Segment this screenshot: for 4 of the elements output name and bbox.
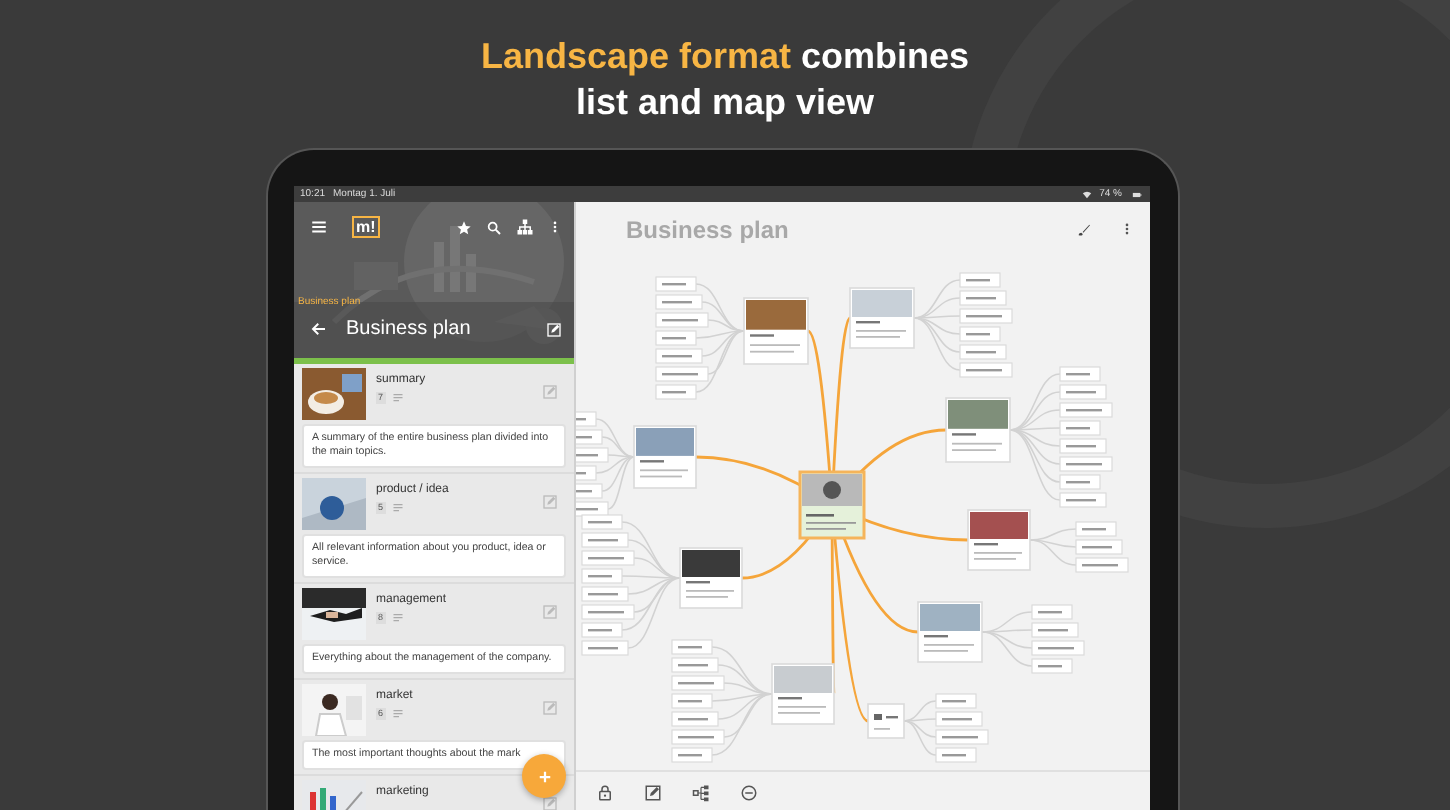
map-title: Business plan xyxy=(626,215,791,243)
app-logo: m! xyxy=(352,216,380,238)
headline: Landscape format combines list and map view xyxy=(480,34,970,126)
panel-title: Business plan xyxy=(346,318,473,340)
